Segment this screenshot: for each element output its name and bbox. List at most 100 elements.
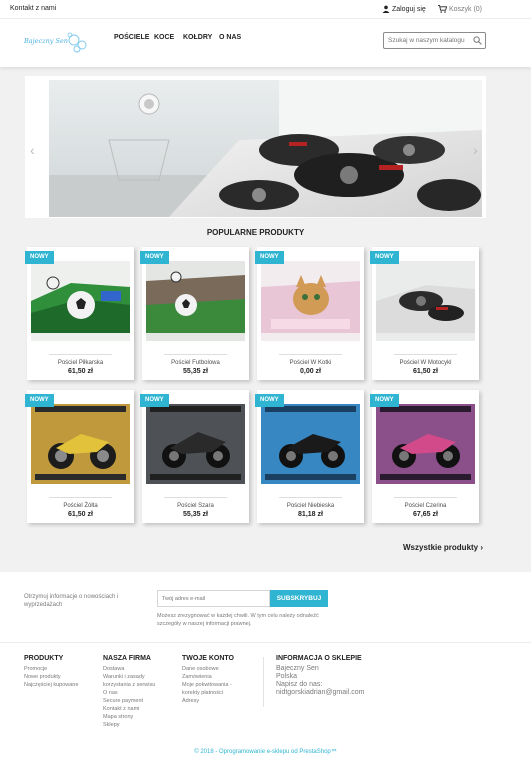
product-card[interactable]: NOWY Pościel Futbolowa 55,35 zł <box>140 247 249 380</box>
footer-link[interactable]: Warunki i zasady <box>103 673 155 681</box>
all-products-label: Wszystkie produkty <box>403 543 479 552</box>
nav-item-poscieli[interactable]: POŚCIELE <box>114 34 149 41</box>
footer-link[interactable]: Mapa strony <box>103 713 155 721</box>
footer-col-title: INFORMACJA O SKLEPIE <box>276 655 362 662</box>
logo-bubbles-icon <box>67 32 87 53</box>
footer-link[interactable]: O nas <box>103 689 155 697</box>
product-name[interactable]: Pościel W Kotki <box>257 360 364 366</box>
card-divider <box>279 354 342 355</box>
product-price: 67,65 zł <box>413 511 438 518</box>
all-products-link[interactable]: Wszystkie produkty › <box>403 543 483 552</box>
product-name[interactable]: Pościel Szara <box>142 503 249 509</box>
product-price: 61,50 zł <box>68 511 93 518</box>
user-icon <box>382 5 390 13</box>
footer-link[interactable]: Kontakt z nami <box>103 705 155 713</box>
footer-link[interactable]: korekty płatności <box>182 689 234 697</box>
new-badge: NOWY <box>25 394 54 407</box>
footer-link[interactable]: Dane osobowe <box>182 665 234 673</box>
card-divider <box>394 497 457 498</box>
nav-item-koldry[interactable]: KOŁDRY <box>183 34 212 41</box>
product-name[interactable]: Pościel W Motocykl <box>372 360 479 366</box>
product-image <box>146 404 245 484</box>
copyright[interactable]: © 2018 - Oprogramowanie e-sklepu od Pres… <box>0 749 531 755</box>
logo[interactable]: Bajeczny Sen <box>24 30 90 56</box>
card-divider <box>164 497 227 498</box>
newsletter-text: Otrzymuj informacje o nowościach i wyprz… <box>24 594 119 608</box>
product-name[interactable]: Pościel Piłkarska <box>27 360 134 366</box>
new-badge: NOWY <box>255 394 284 407</box>
footer-link[interactable]: Moje pokwitowania - <box>182 681 234 689</box>
footer-col-title: PRODUKTY <box>24 655 64 662</box>
footer-link[interactable]: Adresy <box>182 697 234 705</box>
store-write-label: Napisz do nas: <box>276 681 323 688</box>
footer: PRODUKTY Promocje Nowe produkty Najczęśc… <box>0 642 531 761</box>
footer-link[interactable]: Dostawa <box>103 665 155 673</box>
product-card[interactable]: NOWY Pościel W Kotki 0,00 zł <box>255 247 364 380</box>
footer-col-title: NASZA FIRMA <box>103 655 151 662</box>
product-image <box>31 261 130 341</box>
nav-item-koce[interactable]: KOCE <box>154 34 174 41</box>
newsletter-section: Otrzymuj informacje o nowościach i wyprz… <box>0 572 531 642</box>
product-price: 55,35 zł <box>183 368 208 375</box>
footer-col-products: PRODUKTY Promocje Nowe produkty Najczęśc… <box>24 655 78 689</box>
footer-link[interactable]: korzystania z serwisu <box>103 681 155 689</box>
new-badge: NOWY <box>25 251 54 264</box>
product-price: 61,50 zł <box>68 368 93 375</box>
search-icon[interactable] <box>473 36 482 45</box>
store-email[interactable]: nidtgorskiadrian@gmail.com <box>276 689 364 697</box>
footer-link[interactable]: Najczęściej kupowane <box>24 681 78 689</box>
product-name[interactable]: Pościel Futbolowa <box>142 360 249 366</box>
footer-link[interactable]: Sklepy <box>103 721 155 729</box>
chevron-right-icon: › <box>480 543 484 552</box>
product-card[interactable]: NOWY Pościel Niebieska 81,18 zł <box>255 390 364 523</box>
login-link[interactable]: Zaloguj się <box>382 5 426 13</box>
footer-link[interactable]: Secure payment <box>103 697 155 705</box>
footer-link[interactable]: Zamówienia <box>182 673 234 681</box>
slider-next-icon[interactable]: › <box>473 142 478 158</box>
card-divider <box>49 497 112 498</box>
slider-prev-icon[interactable]: ‹ <box>30 142 35 158</box>
login-label: Zaloguj się <box>391 5 426 13</box>
search-box <box>383 32 486 49</box>
product-image <box>376 404 475 484</box>
product-image <box>261 404 360 484</box>
popular-products-title: POPULARNE PRODUKTY <box>206 228 305 237</box>
hero-slider: ‹ › <box>25 76 486 218</box>
new-badge: NOWY <box>140 394 169 407</box>
newsletter-email-box <box>157 590 270 607</box>
search-input[interactable] <box>388 35 470 46</box>
product-image <box>261 261 360 341</box>
header: Bajeczny Sen POŚCIELE KOCE KOŁDRY O NAS <box>0 19 531 67</box>
footer-link[interactable]: Promocje <box>24 665 78 673</box>
product-name[interactable]: Pościel Czerina <box>372 503 479 509</box>
card-divider <box>164 354 227 355</box>
contact-link[interactable]: Kontakt z nami <box>10 5 56 12</box>
product-card[interactable]: NOWY Pościel W Motocykl 61,50 zł <box>370 247 479 380</box>
new-badge: NOWY <box>370 251 399 264</box>
product-card[interactable]: NOWY Pościel Czerina 67,65 zł <box>370 390 479 523</box>
footer-link[interactable]: Nowe produkty <box>24 673 78 681</box>
product-card[interactable]: NOWY Pościel Szara 55,35 zł <box>140 390 249 523</box>
new-badge: NOWY <box>370 394 399 407</box>
product-card[interactable]: NOWY Pościel Piłkarska 61,50 zł <box>25 247 134 380</box>
nav-item-o-nas[interactable]: O NAS <box>219 34 241 41</box>
product-image <box>31 404 130 484</box>
cart-link[interactable]: Koszyk (0) <box>438 5 482 13</box>
cart-icon <box>438 5 447 13</box>
footer-store-info: INFORMACJA O SKLEPIE Bajeczny Sen Polska… <box>276 655 364 697</box>
subscribe-button[interactable]: SUBSKRYBUJ <box>270 590 328 607</box>
product-name[interactable]: Pościel Niebieska <box>257 503 364 509</box>
store-name: Bajeczny Sen <box>276 665 319 672</box>
footer-col-company: NASZA FIRMA Dostawa Warunki i zasady kor… <box>103 655 155 729</box>
footer-col-account: TWOJE KONTO Dane osobowe Zamówienia Moje… <box>182 655 234 705</box>
card-divider <box>394 354 457 355</box>
product-name[interactable]: Pościel Żółta <box>27 503 134 509</box>
newsletter-email-input[interactable] <box>162 594 266 604</box>
product-price: 61,50 zł <box>413 368 438 375</box>
card-divider <box>279 497 342 498</box>
footer-divider <box>263 657 264 707</box>
store-country: Polska <box>276 673 298 680</box>
product-card[interactable]: NOWY Pościel Żółta 61,50 zł <box>25 390 134 523</box>
product-price: 81,18 zł <box>298 511 323 518</box>
product-price: 0,00 zł <box>299 368 321 375</box>
